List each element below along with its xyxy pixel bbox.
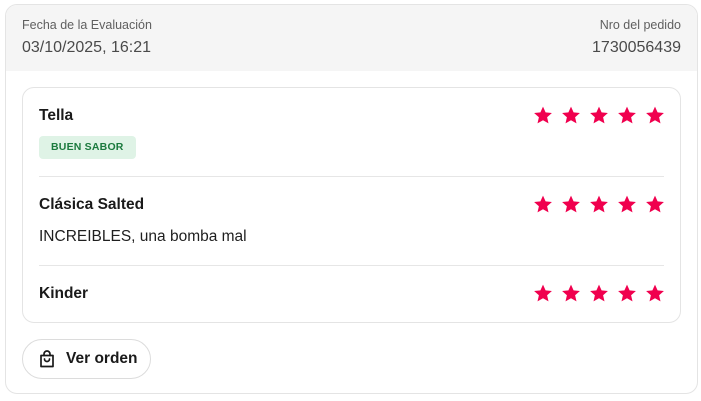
star-icon bbox=[588, 105, 610, 127]
star-icon bbox=[560, 283, 582, 305]
star-icon bbox=[588, 194, 610, 216]
list-item: Tella BUEN SABOR bbox=[23, 88, 680, 177]
view-order-button[interactable]: Ver orden bbox=[22, 339, 151, 379]
star-icon bbox=[532, 105, 554, 127]
rated-items-list: Tella BUEN SABOR Clásica Salted INCREIBL… bbox=[22, 87, 681, 323]
list-item: Kinder bbox=[23, 266, 680, 324]
star-icon bbox=[644, 283, 666, 305]
star-icon bbox=[644, 194, 666, 216]
evaluation-date-value: 03/10/2025, 16:21 bbox=[22, 39, 152, 56]
star-icon bbox=[532, 283, 554, 305]
star-icon bbox=[616, 105, 638, 127]
item-comment: INCREIBLES, una bomba mal bbox=[39, 228, 247, 245]
star-icon bbox=[644, 105, 666, 127]
star-icon bbox=[616, 283, 638, 305]
star-rating bbox=[532, 283, 666, 305]
item-name: Kinder bbox=[39, 285, 89, 302]
shopping-bag-icon bbox=[37, 349, 57, 369]
star-rating bbox=[532, 105, 666, 127]
evaluation-date: Fecha de la Evaluación 03/10/2025, 16:21 bbox=[22, 18, 152, 58]
view-order-label: Ver orden bbox=[66, 350, 138, 367]
order-number-label: Nro del pedido bbox=[599, 18, 681, 32]
order-number-value: 1730056439 bbox=[592, 39, 681, 56]
star-icon bbox=[616, 194, 638, 216]
evaluation-date-label: Fecha de la Evaluación bbox=[22, 18, 152, 32]
review-header: Fecha de la Evaluación 03/10/2025, 16:21… bbox=[6, 5, 697, 71]
item-name: Tella bbox=[39, 107, 74, 124]
star-icon bbox=[532, 194, 554, 216]
star-icon bbox=[560, 105, 582, 127]
review-card: Fecha de la Evaluación 03/10/2025, 16:21… bbox=[5, 4, 698, 394]
star-icon bbox=[588, 283, 610, 305]
list-item: Clásica Salted INCREIBLES, una bomba mal bbox=[23, 177, 680, 266]
star-rating bbox=[532, 194, 666, 216]
feedback-tag: BUEN SABOR bbox=[39, 136, 136, 159]
star-icon bbox=[560, 194, 582, 216]
order-number: Nro del pedido 1730056439 bbox=[592, 18, 681, 58]
item-name: Clásica Salted bbox=[39, 196, 145, 213]
